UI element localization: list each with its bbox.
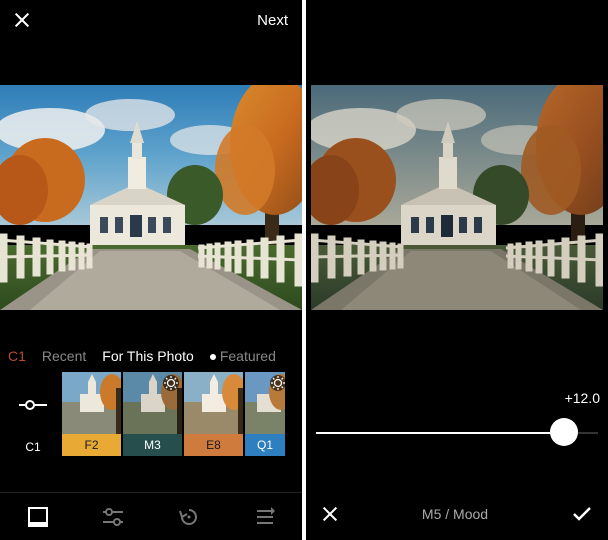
- topbar: Next: [0, 0, 302, 40]
- filter-e8-label: E8: [184, 434, 243, 456]
- filter-adjust-icon[interactable]: [4, 374, 62, 436]
- presets-tab-icon[interactable]: [26, 505, 50, 529]
- tab-recent[interactable]: Recent: [42, 348, 86, 364]
- filter-row[interactable]: C1 F2 M3 E8 Q1: [0, 372, 302, 460]
- tab-featured[interactable]: Featured: [210, 348, 276, 364]
- filter-current-label: C1: [4, 436, 62, 458]
- photo-preview[interactable]: [0, 85, 302, 310]
- dot-icon: [210, 354, 216, 360]
- bottom-bar: M5 / Mood: [306, 488, 608, 540]
- gear-icon: [162, 374, 180, 392]
- editor-right-pane: +12.0 M5 / Mood: [306, 0, 608, 540]
- filter-m3[interactable]: M3: [123, 372, 182, 460]
- editor-left-pane: Next: [0, 0, 302, 540]
- photo-preview-filtered[interactable]: [306, 85, 608, 310]
- close-icon[interactable]: [14, 12, 30, 28]
- tab-c1[interactable]: C1: [8, 348, 26, 364]
- filter-f2[interactable]: F2: [62, 372, 121, 460]
- adjust-tab-icon[interactable]: [101, 505, 125, 529]
- tab-for-this-photo[interactable]: For This Photo: [102, 348, 194, 364]
- organize-tab-icon[interactable]: [252, 505, 276, 529]
- filter-name-label[interactable]: M5 / Mood: [422, 506, 488, 522]
- gear-icon: [269, 374, 287, 392]
- confirm-icon[interactable]: [572, 507, 592, 521]
- slider-value: +12.0: [565, 390, 600, 406]
- filter-f2-label: F2: [62, 434, 121, 456]
- history-tab-icon[interactable]: [177, 505, 201, 529]
- filter-m3-label: M3: [123, 434, 182, 456]
- filter-current[interactable]: C1: [4, 372, 62, 460]
- filter-q1[interactable]: Q1: [245, 372, 285, 460]
- next-button[interactable]: Next: [257, 12, 288, 29]
- slider-handle[interactable]: [550, 418, 578, 446]
- filter-tabs: C1 Recent For This Photo Featured: [0, 340, 302, 372]
- filter-e8[interactable]: E8: [184, 372, 243, 460]
- filter-q1-label: Q1: [245, 434, 285, 456]
- slider-fill: [316, 432, 564, 434]
- bottom-toolbar: [0, 492, 302, 540]
- cancel-icon[interactable]: [322, 506, 338, 522]
